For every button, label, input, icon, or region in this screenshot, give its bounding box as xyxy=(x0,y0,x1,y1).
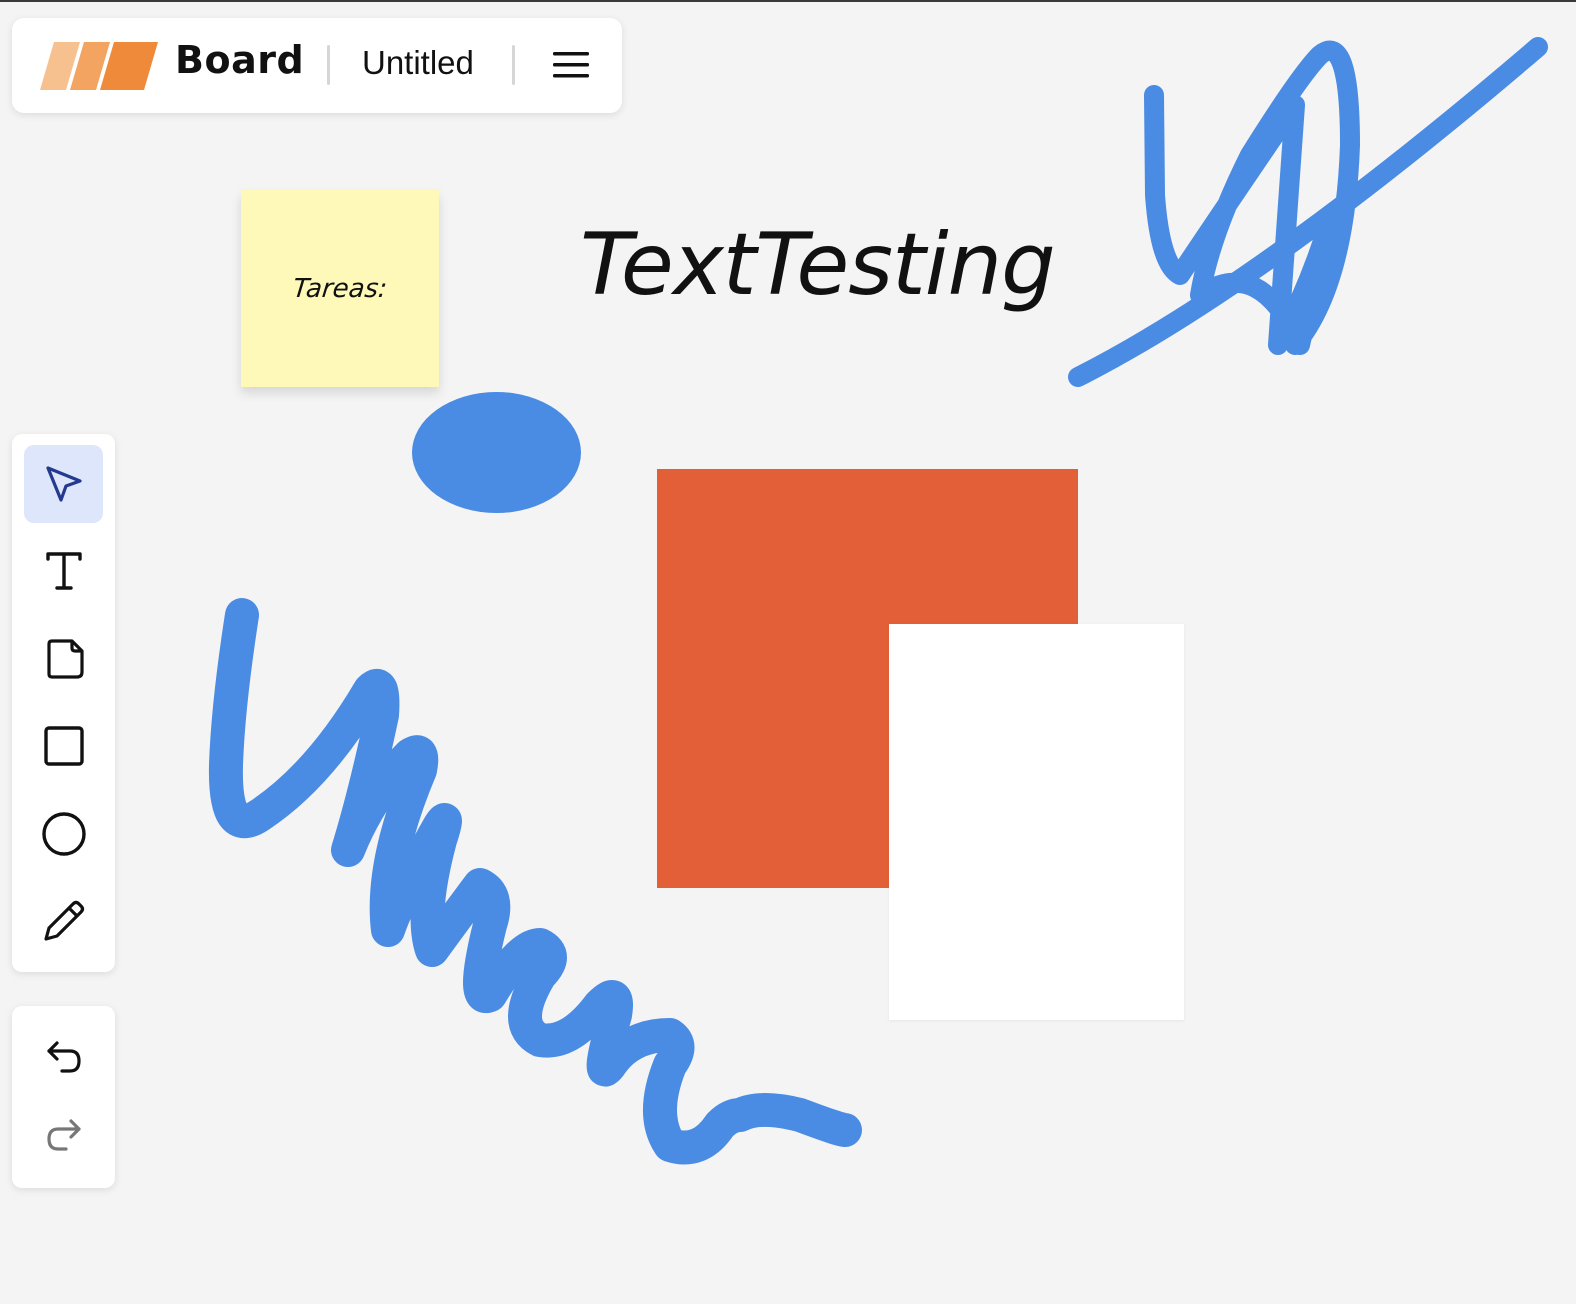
text-tool-button[interactable] xyxy=(24,532,103,610)
circle-icon xyxy=(41,811,87,857)
square-icon xyxy=(42,724,86,768)
text-icon xyxy=(42,549,86,593)
select-tool-button[interactable] xyxy=(24,445,103,523)
app-logo-icon xyxy=(40,40,160,92)
ellipse-tool-button[interactable] xyxy=(24,795,103,873)
header-divider xyxy=(327,45,330,85)
ellipse-shape[interactable] xyxy=(412,392,581,513)
hamburger-icon[interactable] xyxy=(552,48,590,82)
undo-icon xyxy=(44,1037,84,1077)
cursor-arrow-icon xyxy=(42,462,86,506)
pencil-tool-button[interactable] xyxy=(24,882,103,960)
board-canvas[interactable]: Tareas: TextTesting xyxy=(0,0,1576,1304)
sticky-note-icon xyxy=(42,637,86,681)
undo-button[interactable] xyxy=(24,1022,103,1092)
freehand-stroke-top-right[interactable] xyxy=(1060,35,1550,395)
document-title[interactable]: Untitled xyxy=(362,44,474,82)
app-header: Board Untitled xyxy=(12,18,622,113)
sticky-note-text: Tareas: xyxy=(291,273,389,304)
board-text-element[interactable]: TextTesting xyxy=(580,215,1056,315)
redo-icon xyxy=(44,1115,84,1155)
history-toolbar xyxy=(12,1006,115,1188)
pencil-icon xyxy=(41,898,87,944)
white-rectangle-shape[interactable] xyxy=(889,624,1184,1020)
sticky-note[interactable]: Tareas: xyxy=(241,190,439,387)
redo-button[interactable] xyxy=(24,1100,103,1170)
tools-toolbar xyxy=(12,434,115,972)
app-brand-name: Board xyxy=(175,38,305,82)
sticky-note-tool-button[interactable] xyxy=(24,620,103,698)
rectangle-tool-button[interactable] xyxy=(24,707,103,785)
header-divider xyxy=(512,45,515,85)
